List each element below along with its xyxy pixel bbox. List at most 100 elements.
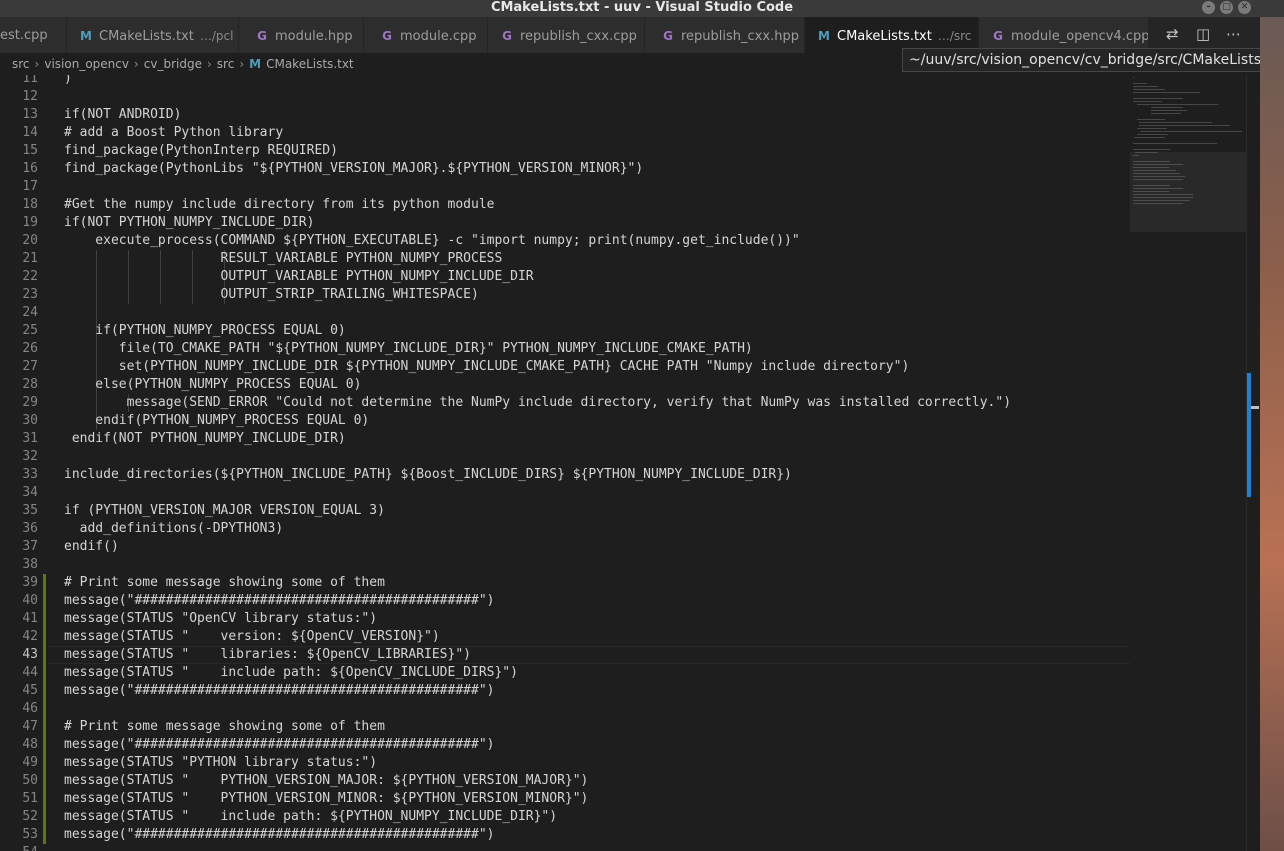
line-number: 16	[22, 161, 38, 176]
more-actions-icon[interactable]: ⋯	[1226, 25, 1241, 43]
scrollbar-thumb[interactable]	[1247, 373, 1251, 497]
code-line[interactable]: 11)	[0, 75, 1130, 88]
close-icon[interactable]: ✕	[1238, 1, 1251, 14]
code-line[interactable]: 43 message(STATUS " libraries: ${OpenCV_L…	[0, 646, 1130, 664]
code-line[interactable]: 45 message("#############################…	[0, 682, 1130, 700]
modified-line-indicator	[43, 610, 46, 628]
code-line[interactable]: 24	[0, 304, 1130, 322]
code-text: OUTPUT_STRIP_TRAILING_WHITESPACE)	[64, 287, 479, 302]
code-line[interactable]: 19 if(NOT PYTHON_NUMPY_INCLUDE_DIR)	[0, 214, 1130, 232]
code-line[interactable]: 27 set(PYTHON_NUMPY_INCLUDE_DIR ${PYTHON…	[0, 358, 1130, 376]
code-line[interactable]: 31 endif(NOT PYTHON_NUMPY_INCLUDE_DIR)	[0, 430, 1130, 448]
open-changes-icon[interactable]: ⇄	[1166, 25, 1179, 43]
code-line[interactable]: 25 if(PYTHON_NUMPY_PROCESS EQUAL 0)	[0, 322, 1130, 340]
code-line[interactable]: 36 add_definitions(-DPYTHON3)	[0, 520, 1130, 538]
minimap-slider[interactable]	[1130, 152, 1246, 232]
tab-3[interactable]: Gmodule.cpp	[364, 17, 488, 53]
code-line[interactable]: 39 # Print some message showing some of t…	[0, 574, 1130, 592]
cursor-position-marker	[1251, 406, 1259, 409]
code-line[interactable]: 37 endif()	[0, 538, 1130, 556]
line-number: 40	[22, 593, 38, 608]
line-number: 34	[22, 485, 38, 500]
code-line[interactable]: 46	[0, 700, 1130, 718]
code-line[interactable]: 44 message(STATUS " include path: ${OpenC…	[0, 664, 1130, 682]
line-number: 48	[22, 737, 38, 752]
code-line[interactable]: 20 execute_process(COMMAND ${PYTHON_EXEC…	[0, 232, 1130, 250]
modified-line-indicator	[43, 826, 46, 844]
code-line[interactable]: 50 message(STATUS " PYTHON_VERSION_MAJOR:…	[0, 772, 1130, 790]
code-line[interactable]: 54	[0, 844, 1130, 851]
code-line[interactable]: 15 find_package(PythonInterp REQUIRED)	[0, 142, 1130, 160]
minimap-line	[1133, 137, 1166, 138]
tab-5[interactable]: Grepublish_cxx.hpp	[645, 17, 805, 53]
tab-label: republish_cxx.cpp	[520, 29, 637, 44]
line-number: 44	[22, 665, 38, 680]
code-line[interactable]: 22 OUTPUT_VARIABLE PYTHON_NUMPY_INCLUDE_…	[0, 268, 1130, 286]
code-text: message(STATUS "PYTHON library status:")	[64, 755, 378, 770]
minimize-icon[interactable]: –	[1202, 1, 1215, 14]
vertical-scrollbar[interactable]	[1246, 75, 1260, 851]
code-line[interactable]: 47 # Print some message showing some of t…	[0, 718, 1130, 736]
code-text: else(PYTHON_NUMPY_PROCESS EQUAL 0)	[64, 377, 362, 392]
line-number: 39	[22, 575, 38, 590]
code-line[interactable]: 48 message("#############################…	[0, 736, 1130, 754]
code-line[interactable]: 38	[0, 556, 1130, 574]
code-line[interactable]: 34	[0, 484, 1130, 502]
code-line[interactable]: 17	[0, 178, 1130, 196]
minimap-line	[1139, 125, 1231, 126]
code-line[interactable]: 29 message(SEND_ERROR "Could not determi…	[0, 394, 1130, 412]
line-number: 54	[0, 844, 38, 851]
tab-label: est.cpp	[0, 28, 48, 43]
tab-0[interactable]: est.cpp	[0, 17, 67, 53]
code-text: # Print some message showing some of the…	[64, 575, 385, 590]
tab-label: module_opencv4.cpp	[1011, 29, 1149, 44]
breadcrumb-item[interactable]: cv_bridge	[144, 57, 202, 71]
line-number: 28	[22, 377, 38, 392]
minimap-line	[1133, 143, 1217, 144]
code-line[interactable]: 51 message(STATUS " PYTHON_VERSION_MINOR:…	[0, 790, 1130, 808]
tab-description: …/pcl	[199, 29, 234, 43]
code-line[interactable]: 13 if(NOT ANDROID)	[0, 106, 1130, 124]
code-line[interactable]: 41 message(STATUS "OpenCV library status:…	[0, 610, 1130, 628]
code-line[interactable]: 49 message(STATUS "PYTHON library status:…	[0, 754, 1130, 772]
split-editor-icon[interactable]: ◫	[1196, 25, 1210, 43]
tab-label: republish_cxx.hpp	[681, 29, 799, 44]
line-number: 47	[22, 719, 38, 734]
code-line[interactable]: 26 file(TO_CMAKE_PATH "${PYTHON_NUMPY_IN…	[0, 340, 1130, 358]
line-number: 33	[22, 467, 38, 482]
minimap-line	[1133, 149, 1170, 150]
minimap-line	[1133, 89, 1165, 90]
code-line[interactable]: 30 endif(PYTHON_NUMPY_PROCESS EQUAL 0)	[0, 412, 1130, 430]
modified-line-indicator	[43, 772, 46, 790]
maximize-icon[interactable]: □	[1220, 1, 1233, 14]
minimap-line	[1151, 110, 1187, 111]
breadcrumb-item[interactable]: src	[217, 57, 235, 71]
code-line[interactable]: 33 include_directories(${PYTHON_INCLUDE_P…	[0, 466, 1130, 484]
code-text: message("###############################…	[64, 593, 495, 608]
breadcrumb-item[interactable]: vision_opencv	[44, 57, 129, 71]
code-line[interactable]: 23 OUTPUT_STRIP_TRAILING_WHITESPACE)	[0, 286, 1130, 304]
code-line[interactable]: 18 #Get the numpy include directory from …	[0, 196, 1130, 214]
code-line[interactable]: 21 RESULT_VARIABLE PYTHON_NUMPY_PROCESS	[0, 250, 1130, 268]
code-line[interactable]: 12	[0, 88, 1130, 106]
code-text: message("###############################…	[64, 683, 495, 698]
tab-1[interactable]: M CMakeLists.txt …/pcl	[67, 17, 239, 53]
code-line[interactable]: 42 message(STATUS " version: ${OpenCV_VER…	[0, 628, 1130, 646]
code-line[interactable]: 52 message(STATUS " include path: ${PYTHO…	[0, 808, 1130, 826]
tab-2[interactable]: Gmodule.hpp	[239, 17, 364, 53]
line-number: 32	[22, 449, 38, 464]
line-number: 52	[22, 809, 38, 824]
code-line[interactable]: 28 else(PYTHON_NUMPY_PROCESS EQUAL 0)	[0, 376, 1130, 394]
code-line[interactable]: 35 if (PYTHON_VERSION_MAJOR VERSION_EQUAL…	[0, 502, 1130, 520]
line-number: 38	[22, 557, 38, 572]
code-line[interactable]: 32	[0, 448, 1130, 466]
tab-4[interactable]: Grepublish_cxx.cpp	[488, 17, 645, 53]
code-text: )	[64, 75, 72, 86]
code-line[interactable]: 16 find_package(PythonLibs "${PYTHON_VERS…	[0, 160, 1130, 178]
code-line[interactable]: 53 message("#############################…	[0, 826, 1130, 844]
breadcrumb-item[interactable]: src	[12, 57, 30, 71]
code-editor[interactable]: 11) 12 13 if(NOT ANDROID) 14 # add a Boost Py…	[0, 75, 1130, 851]
breadcrumb-item[interactable]: CMakeLists.txt	[266, 57, 354, 71]
code-line[interactable]: 40 message("#############################…	[0, 592, 1130, 610]
code-line[interactable]: 14 # add a Boost Python library	[0, 124, 1130, 142]
